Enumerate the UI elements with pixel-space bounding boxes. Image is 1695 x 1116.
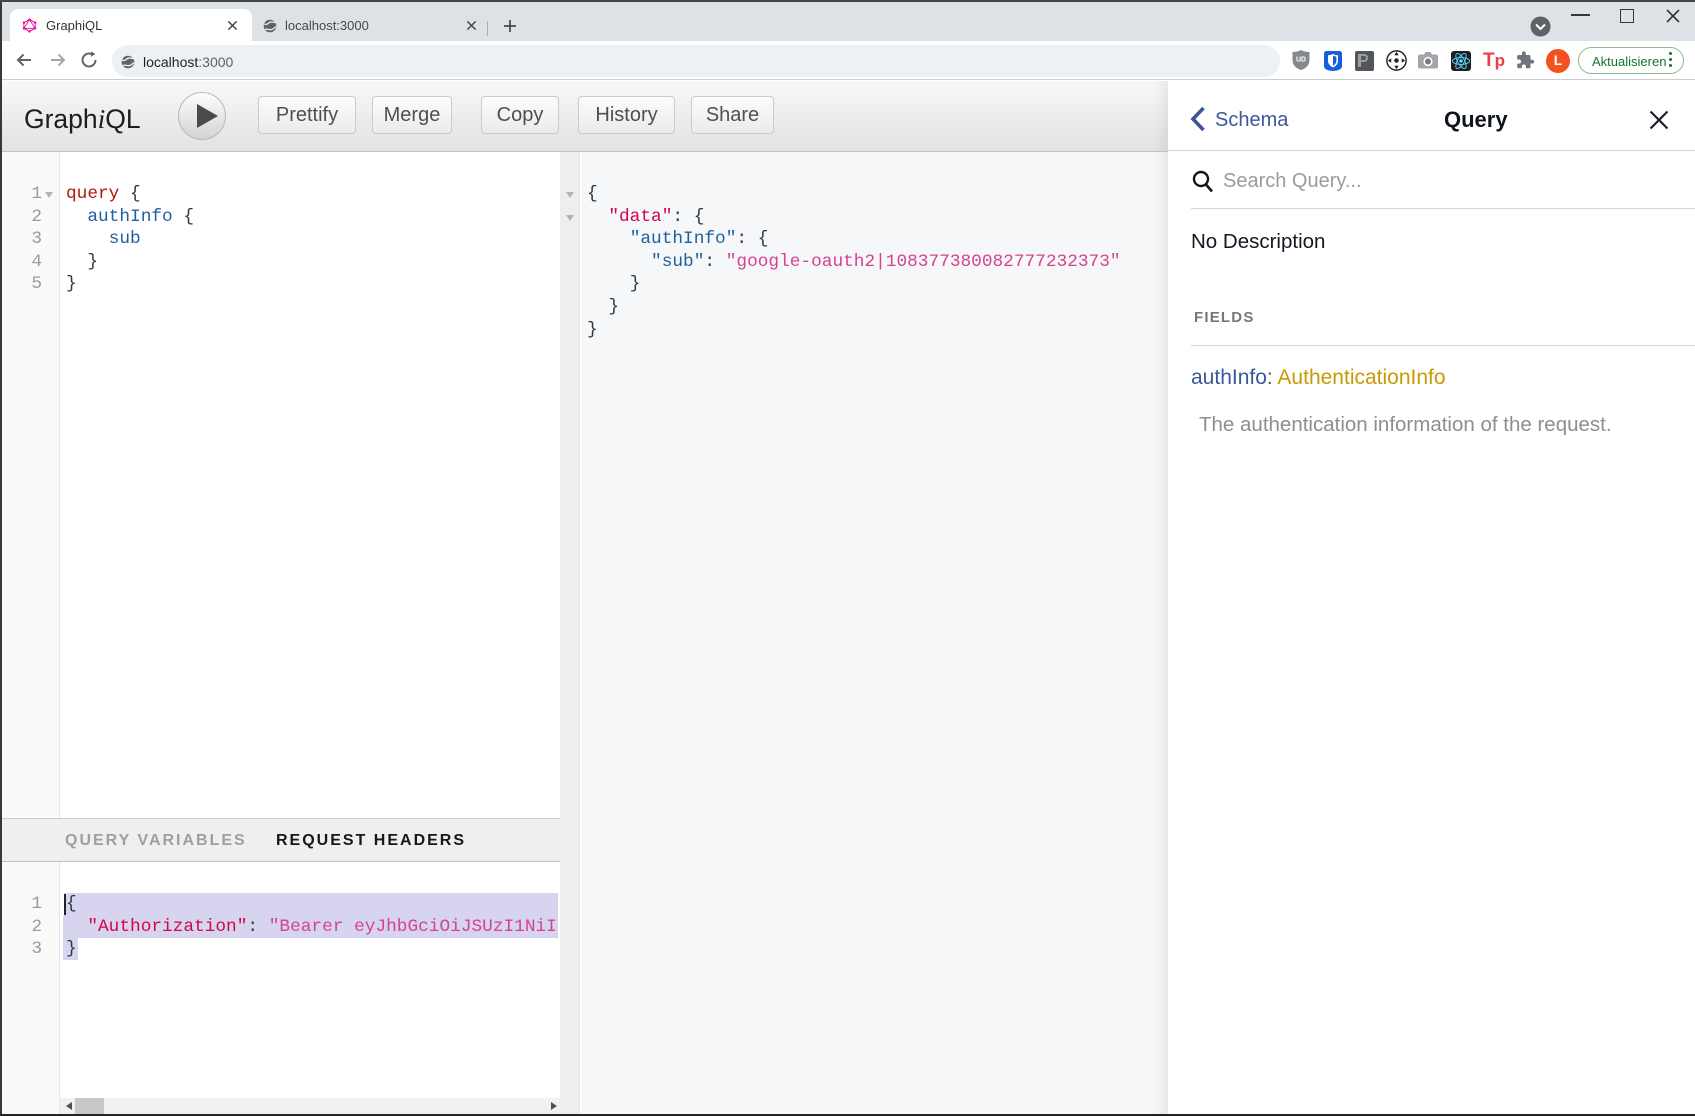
svg-text:UD: UD	[1296, 57, 1306, 64]
